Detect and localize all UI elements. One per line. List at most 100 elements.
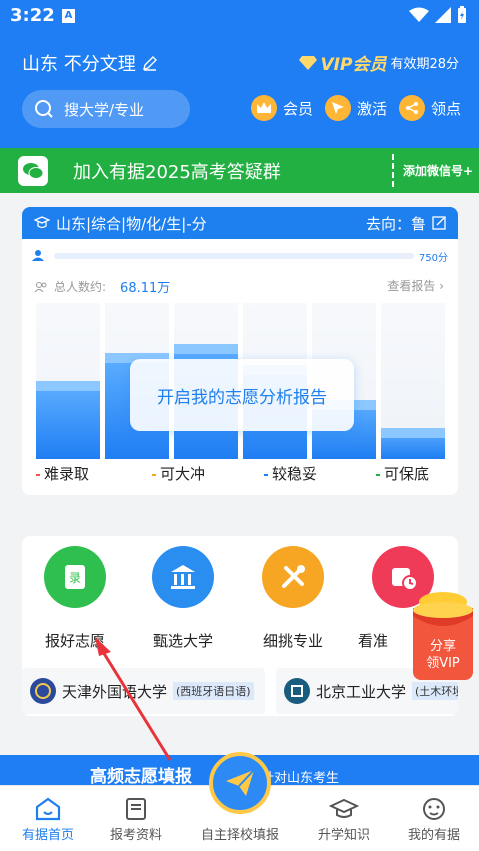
graduation-icon bbox=[34, 216, 50, 229]
nav-label: 自主择校填报 bbox=[200, 828, 279, 843]
feature-university[interactable]: 甄选大学 bbox=[138, 546, 228, 651]
banner-text: 加入有据2025高考答疑群 bbox=[73, 161, 281, 183]
university-logo-icon bbox=[284, 678, 310, 704]
status-time: 3:22 bbox=[10, 5, 55, 26]
destination-text: 去向：鲁 bbox=[365, 214, 426, 233]
bar-label-text: 较稳妥 bbox=[272, 465, 318, 483]
nav-knowledge[interactable]: 升学知识 bbox=[296, 794, 392, 843]
university-icon bbox=[152, 546, 214, 608]
home-icon bbox=[35, 797, 61, 821]
wechat-group-banner[interactable]: 加入有据2025高考答疑群 添加微信号+ bbox=[0, 148, 479, 193]
share-vip-redpacket[interactable]: 分享 领VIP bbox=[411, 590, 475, 682]
bar-label: 可大冲 bbox=[152, 463, 242, 484]
open-report-label: 开启我的志愿分析报告 bbox=[157, 387, 327, 408]
search-box[interactable]: 搜大学/专业 bbox=[22, 90, 190, 128]
chevron-right-icon: › bbox=[439, 279, 444, 293]
wifi-icon bbox=[409, 7, 429, 22]
sim-icon: A bbox=[62, 9, 75, 23]
bar-label: 难录取 bbox=[36, 463, 126, 484]
total-value: 68.11万 bbox=[120, 281, 171, 296]
redpacket-line2: 领VIP bbox=[426, 656, 460, 671]
header: 3:22 A 山东 不分文理 VIP会员 有效期28分 搜大学/专业 会员 激活… bbox=[0, 0, 479, 148]
cursor-icon bbox=[324, 95, 351, 121]
add-wechat-button[interactable]: 添加微信号+ bbox=[403, 162, 473, 179]
quick-link-member[interactable]: 会员 bbox=[250, 95, 313, 121]
nav-label: 升学知识 bbox=[317, 828, 370, 843]
quick-links: 会员 激活 领点 bbox=[250, 95, 461, 121]
edit-icon bbox=[432, 216, 446, 230]
redpacket-line1: 分享 bbox=[429, 639, 456, 654]
feature-major[interactable]: 细挑专业 bbox=[248, 546, 338, 651]
book-icon bbox=[126, 798, 146, 820]
bar-label-text: 可大冲 bbox=[160, 465, 206, 483]
open-report-button[interactable]: 开启我的志愿分析报告 bbox=[130, 359, 354, 431]
search-icon bbox=[35, 100, 53, 118]
svg-text:录: 录 bbox=[69, 571, 81, 585]
nav-label: 我的有据 bbox=[407, 828, 460, 843]
quick-link-points[interactable]: 领点 bbox=[398, 95, 461, 121]
bar-label-text: 难录取 bbox=[44, 465, 90, 483]
subject-text: 山东|综合|物/化/生|-分 bbox=[56, 214, 207, 233]
feature-label: 甄选大学 bbox=[152, 632, 213, 650]
bar-top bbox=[381, 428, 445, 438]
bar-label: 可保底 bbox=[376, 463, 458, 484]
vip-badge[interactable]: VIP会员 有效期28分 bbox=[298, 50, 459, 75]
university-name: 天津外国语大学 bbox=[62, 682, 168, 701]
destination-selector[interactable]: 去向：鲁 bbox=[366, 213, 446, 234]
nav-label: 有据首页 bbox=[21, 828, 74, 843]
self-select-fab[interactable] bbox=[209, 752, 271, 814]
status-bar: 3:22 A bbox=[0, 0, 479, 32]
vip-expiry: 有效期28分 bbox=[390, 57, 459, 72]
location-selector[interactable]: 山东 不分文理 bbox=[22, 50, 158, 76]
bar-column bbox=[381, 303, 445, 459]
total-label: 总人数约: bbox=[54, 280, 107, 294]
paper-plane-icon bbox=[226, 769, 255, 796]
form-icon: 录 bbox=[44, 546, 106, 608]
probability-bar bbox=[36, 381, 100, 459]
redpacket-text: 分享 领VIP bbox=[411, 638, 475, 672]
graduation-cap-icon bbox=[329, 798, 359, 818]
bar-top bbox=[174, 344, 238, 354]
nav-label: 报考资料 bbox=[109, 828, 162, 843]
strip-note: 针对山东考生 bbox=[261, 771, 340, 786]
feature-label: 报好志愿 bbox=[44, 632, 105, 650]
nav-home[interactable]: 有据首页 bbox=[0, 794, 96, 843]
bar-top bbox=[36, 381, 100, 391]
tools-icon bbox=[262, 546, 324, 608]
crown-icon bbox=[250, 95, 277, 121]
total-candidates: 总人数约: 68.11万 bbox=[34, 277, 170, 296]
feature-label: 细挑专业 bbox=[262, 632, 323, 650]
university-major: (西班牙语日语) bbox=[173, 682, 254, 700]
nav-profile[interactable]: 我的有据 bbox=[386, 794, 479, 843]
university-name: 北京工业大学 bbox=[316, 682, 407, 701]
feature-panel: 录 报好志愿 甄选大学 细挑专业 看准 天津外国语大学 (西班牙语日语) 北京工… bbox=[22, 536, 458, 716]
quick-link-activate[interactable]: 激活 bbox=[324, 95, 387, 121]
score-max: 750分 bbox=[418, 253, 448, 264]
university-logo-icon bbox=[30, 678, 56, 704]
search-placeholder: 搜大学/专业 bbox=[64, 100, 145, 119]
analysis-header[interactable]: 山东|综合|物/化/生|-分 去向：鲁 bbox=[22, 207, 458, 239]
diamond-icon bbox=[298, 55, 317, 70]
bar-label-text: 可保底 bbox=[384, 465, 430, 483]
university-major: (土木环境 bbox=[412, 682, 458, 700]
face-icon bbox=[423, 798, 445, 820]
people-icon bbox=[34, 281, 47, 292]
banner-divider bbox=[392, 154, 394, 187]
bar-labels: 难录取 可大冲 较稳妥 可保底 bbox=[36, 463, 446, 485]
signal-icon bbox=[435, 7, 451, 23]
vip-label: VIP会员 bbox=[320, 55, 387, 75]
battery-icon bbox=[458, 6, 466, 23]
score-bar bbox=[54, 253, 414, 259]
strip-title: 高频志愿填报 bbox=[90, 767, 192, 787]
view-report-link[interactable]: 查看报告 › bbox=[387, 277, 444, 294]
location-text: 山东 不分文理 bbox=[22, 54, 136, 75]
nav-materials[interactable]: 报考资料 bbox=[88, 794, 184, 843]
analysis-card: 山东|综合|物/化/生|-分 去向：鲁 750分 总人数约: 68.11万 查看… bbox=[22, 207, 458, 495]
bar-column bbox=[36, 303, 100, 459]
view-report-label: 查看报告 bbox=[387, 279, 436, 293]
share-icon bbox=[398, 95, 425, 121]
feature-apply[interactable]: 录 报好志愿 bbox=[30, 546, 120, 651]
bar-label: 较稳妥 bbox=[264, 463, 354, 484]
university-card[interactable]: 天津外国语大学 (西班牙语日语) bbox=[22, 668, 265, 714]
edit-icon bbox=[142, 56, 157, 71]
